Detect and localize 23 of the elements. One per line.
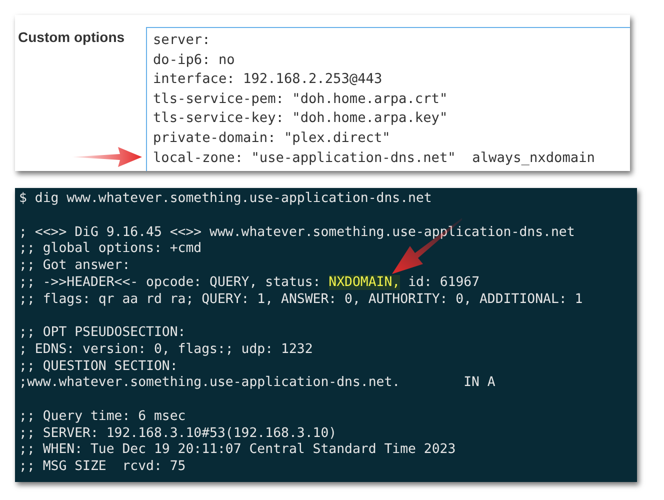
terminal-line: ;; global options: +cmd — [19, 241, 202, 258]
terminal-line: $ dig www.whatever.something.use-application-dns.net — [19, 191, 432, 208]
config-line: private-domain: "plex.direct" — [153, 128, 390, 148]
terminal-line: ;; flags: qr aa rd ra; QUERY: 1, ANSWER: 0, AUTHORITY: 0, ADDITIONAL: 1 — [19, 292, 583, 308]
config-line: tls-service-pem: "doh.home.arpa.crt" — [153, 90, 448, 109]
terminal-line: ; <<>> DiG 9.16.45 <<>> www.whatever.something.use-application-dns.net — [19, 224, 575, 242]
terminal-line: ;; SERVER: 192.168.3.10#53(192.168.3.10) — [19, 426, 337, 442]
terminal-line: ;; WHEN: Tue Dec 19 20:11:07 Central Standard Time 2023 — [19, 442, 456, 459]
config-line: interface: 192.168.2.253@443 — [153, 70, 382, 90]
config-line: server: — [153, 31, 210, 50]
terminal-line: ;; Got answer: — [19, 258, 130, 275]
terminal-line: ;; Query time: 6 msec — [19, 408, 186, 426]
config-line: tls-service-key: "doh.home.arpa.key" — [153, 109, 448, 128]
terminal-line: ;; ->>HEADER<<- opcode: QUERY, status: NXDOMAIN, id: 61967 — [19, 274, 480, 292]
terminal-line: ;; OPT PSEUDOSECTION: — [19, 325, 186, 342]
terminal-line: ;www.whatever.something.use-application-dns.net. IN A — [19, 375, 496, 392]
config-line: local-zone: "use-application-dns.net" always_nxdomain — [153, 148, 595, 168]
terminal-line: ;; QUESTION SECTION: — [19, 358, 178, 376]
terminal-line: ;; MSG SIZE rcvd: 75 — [19, 459, 186, 476]
field-label: Custom options — [18, 28, 126, 45]
config-text-area[interactable] — [146, 27, 630, 171]
config-line: do-ip6: no — [153, 50, 235, 70]
terminal-line: ; EDNS: version: 0, flags:; udp: 1232 — [19, 342, 313, 358]
